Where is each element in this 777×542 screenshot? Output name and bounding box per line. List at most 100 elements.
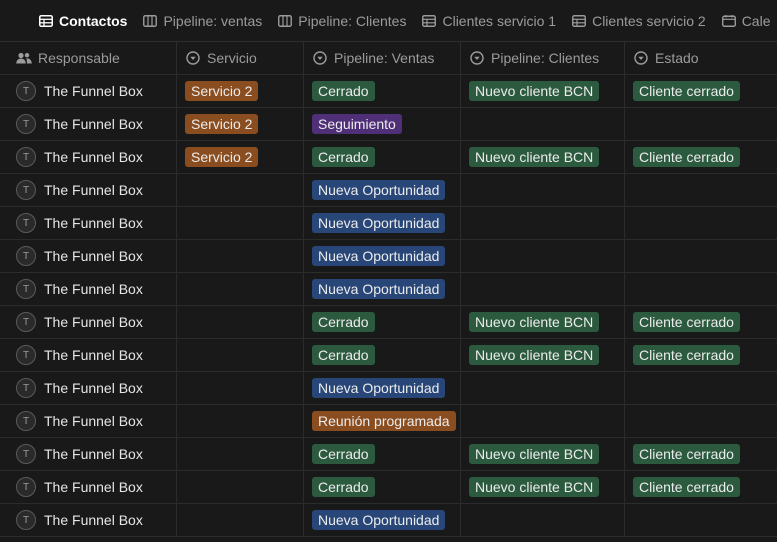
pipeline-clientes-cell[interactable]: [461, 240, 625, 272]
estado-cell[interactable]: Cliente cerrado: [625, 75, 777, 107]
pipeline-ventas-cell[interactable]: Cerrado: [304, 471, 461, 503]
column-label: Estado: [655, 50, 699, 66]
tab-calendar[interactable]: Cale: [714, 0, 777, 41]
responsable-cell[interactable]: T The Funnel Box: [0, 273, 177, 305]
pipeline-clientes-tag: Nuevo cliente BCN: [469, 444, 600, 464]
pipeline-clientes-cell[interactable]: Nuevo cliente BCN: [461, 141, 625, 173]
responsable-cell[interactable]: T The Funnel Box: [0, 174, 177, 206]
servicio-cell[interactable]: Servicio 2: [177, 108, 304, 140]
estado-cell[interactable]: Cliente cerrado: [625, 471, 777, 503]
pipeline-ventas-cell[interactable]: Nueva Oportunidad: [304, 174, 461, 206]
servicio-cell[interactable]: Servicio 2: [177, 75, 304, 107]
select-icon: [185, 50, 201, 66]
avatar: T: [16, 279, 36, 299]
column-label: Pipeline: Clientes: [491, 50, 600, 66]
pipeline-ventas-cell[interactable]: Cerrado: [304, 339, 461, 371]
pipeline-ventas-cell[interactable]: Cerrado: [304, 438, 461, 470]
column-header-estado[interactable]: Estado: [625, 42, 777, 74]
tab-contactos[interactable]: Contactos: [30, 0, 136, 41]
estado-cell[interactable]: Cliente cerrado: [625, 141, 777, 173]
column-header-responsable[interactable]: Responsable: [0, 42, 177, 74]
pipeline-ventas-cell[interactable]: Nueva Oportunidad: [304, 504, 461, 536]
column-header-pipeline-clientes[interactable]: Pipeline: Clientes: [461, 42, 625, 74]
column-header-pipeline-ventas[interactable]: Pipeline: Ventas: [304, 42, 461, 74]
servicio-cell[interactable]: [177, 372, 304, 404]
servicio-cell[interactable]: [177, 339, 304, 371]
estado-cell[interactable]: [625, 273, 777, 305]
responsable-cell[interactable]: T The Funnel Box: [0, 372, 177, 404]
tab-clientes-servicio-2[interactable]: Clientes servicio 2: [564, 0, 714, 41]
pipeline-ventas-cell[interactable]: Nueva Oportunidad: [304, 240, 461, 272]
estado-cell[interactable]: [625, 504, 777, 536]
responsable-cell[interactable]: T The Funnel Box: [0, 141, 177, 173]
estado-cell[interactable]: [625, 207, 777, 239]
servicio-cell[interactable]: [177, 405, 304, 437]
estado-cell[interactable]: Cliente cerrado: [625, 306, 777, 338]
pipeline-ventas-tag: Cerrado: [312, 312, 375, 332]
pipeline-clientes-cell[interactable]: [461, 504, 625, 536]
pipeline-ventas-cell[interactable]: Nueva Oportunidad: [304, 273, 461, 305]
responsable-cell[interactable]: T The Funnel Box: [0, 504, 177, 536]
servicio-cell[interactable]: Servicio 2: [177, 141, 304, 173]
responsable-cell[interactable]: T The Funnel Box: [0, 306, 177, 338]
estado-cell[interactable]: [625, 405, 777, 437]
responsable-name: The Funnel Box: [44, 314, 143, 330]
pipeline-ventas-cell[interactable]: Nueva Oportunidad: [304, 372, 461, 404]
estado-cell[interactable]: [625, 240, 777, 272]
pipeline-ventas-cell[interactable]: Cerrado: [304, 306, 461, 338]
servicio-cell[interactable]: [177, 471, 304, 503]
estado-cell[interactable]: [625, 108, 777, 140]
responsable-cell[interactable]: T The Funnel Box: [0, 108, 177, 140]
servicio-cell[interactable]: [177, 273, 304, 305]
pipeline-clientes-cell[interactable]: [461, 207, 625, 239]
responsable-cell[interactable]: T The Funnel Box: [0, 438, 177, 470]
responsable-cell[interactable]: T The Funnel Box: [0, 339, 177, 371]
pipeline-clientes-tag: Nuevo cliente BCN: [469, 147, 600, 167]
servicio-cell[interactable]: [177, 438, 304, 470]
tab-clientes-servicio-1[interactable]: Clientes servicio 1: [414, 0, 564, 41]
pipeline-clientes-tag: Nuevo cliente BCN: [469, 345, 600, 365]
select-icon: [633, 50, 649, 66]
pipeline-ventas-cell[interactable]: Reunión programada: [304, 405, 461, 437]
responsable-cell[interactable]: T The Funnel Box: [0, 405, 177, 437]
pipeline-ventas-cell[interactable]: Nueva Oportunidad: [304, 207, 461, 239]
column-header-servicio[interactable]: Servicio: [177, 42, 304, 74]
pipeline-ventas-tag: Cerrado: [312, 444, 375, 464]
servicio-cell[interactable]: [177, 207, 304, 239]
pipeline-clientes-cell[interactable]: Nuevo cliente BCN: [461, 438, 625, 470]
pipeline-clientes-cell[interactable]: [461, 174, 625, 206]
estado-cell[interactable]: Cliente cerrado: [625, 339, 777, 371]
servicio-cell[interactable]: [177, 306, 304, 338]
avatar: T: [16, 510, 36, 530]
table-row: T The Funnel Box Nueva Oportunidad: [0, 174, 777, 207]
pipeline-clientes-cell[interactable]: Nuevo cliente BCN: [461, 339, 625, 371]
pipeline-clientes-cell[interactable]: Nuevo cliente BCN: [461, 471, 625, 503]
servicio-cell[interactable]: [177, 504, 304, 536]
pipeline-clientes-cell[interactable]: [461, 273, 625, 305]
pipeline-clientes-cell[interactable]: [461, 108, 625, 140]
responsable-name: The Funnel Box: [44, 479, 143, 495]
pipeline-clientes-cell[interactable]: [461, 405, 625, 437]
servicio-tag: Servicio 2: [185, 81, 259, 101]
responsable-cell[interactable]: T The Funnel Box: [0, 207, 177, 239]
pipeline-ventas-cell[interactable]: Cerrado: [304, 75, 461, 107]
responsable-cell[interactable]: T The Funnel Box: [0, 75, 177, 107]
servicio-cell[interactable]: [177, 174, 304, 206]
estado-cell[interactable]: Cliente cerrado: [625, 438, 777, 470]
pipeline-ventas-cell[interactable]: Cerrado: [304, 141, 461, 173]
pipeline-clientes-cell[interactable]: Nuevo cliente BCN: [461, 75, 625, 107]
estado-cell[interactable]: [625, 174, 777, 206]
responsable-name: The Funnel Box: [44, 347, 143, 363]
pipeline-clientes-cell[interactable]: [461, 372, 625, 404]
responsable-cell[interactable]: T The Funnel Box: [0, 240, 177, 272]
people-icon: [16, 50, 32, 66]
pipeline-ventas-tag: Reunión programada: [312, 411, 456, 431]
estado-cell[interactable]: [625, 372, 777, 404]
servicio-cell[interactable]: [177, 240, 304, 272]
tab-pipeline-clientes[interactable]: Pipeline: Clientes: [270, 0, 414, 41]
pipeline-ventas-cell[interactable]: Seguimiento: [304, 108, 461, 140]
avatar: T: [16, 147, 36, 167]
pipeline-clientes-cell[interactable]: Nuevo cliente BCN: [461, 306, 625, 338]
tab-pipeline-ventas[interactable]: Pipeline: ventas: [135, 0, 270, 41]
responsable-cell[interactable]: T The Funnel Box: [0, 471, 177, 503]
